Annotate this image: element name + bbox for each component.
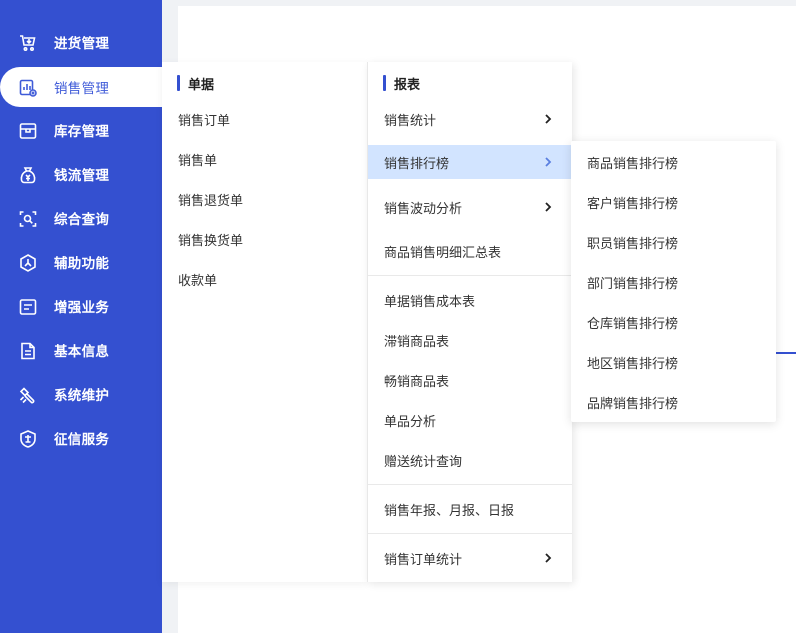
shield-icon: [17, 428, 39, 450]
menu-item-label: 销售订单: [178, 113, 231, 129]
menu-item-label: 销售波动分析: [384, 201, 463, 217]
menu-item-sales-invoice[interactable]: 销售单: [162, 142, 367, 176]
submenu-item-brand-ranking[interactable]: 品牌销售排行榜: [571, 385, 776, 419]
menu-item-label: 单据销售成本表: [384, 294, 476, 310]
menu-item-label: 品牌销售排行榜: [587, 396, 679, 412]
sidebar-item-label: 基本信息: [54, 344, 110, 360]
menu-item-sales-ranking[interactable]: 销售排行榜: [368, 145, 572, 179]
section-title-documents: 单据: [177, 74, 215, 93]
menu-item-label: 单品分析: [384, 414, 437, 430]
menu-divider: [368, 533, 572, 534]
menu-item-label: 销售换货单: [178, 233, 244, 249]
cart-icon: [17, 32, 39, 54]
section-title-reports: 报表: [383, 74, 421, 93]
sidebar-item-label: 库存管理: [54, 124, 110, 140]
menu-item-sales-order[interactable]: 销售订单: [162, 102, 367, 136]
chevron-right-icon: [545, 553, 552, 563]
menu-item-label: 赠送统计查询: [384, 454, 463, 470]
wrench-icon: [17, 384, 39, 406]
menu-item-label: 滞销商品表: [384, 334, 450, 350]
menu-item-label: 职员销售排行榜: [587, 236, 679, 252]
menu-item-sales-statistics[interactable]: 销售统计: [368, 102, 572, 136]
sidebar-item-maintenance[interactable]: 系统维护: [0, 374, 162, 414]
menu-item-label: 地区销售排行榜: [587, 356, 679, 372]
section-title-bar: [383, 75, 386, 91]
menu-item-label: 商品销售排行榜: [587, 156, 679, 172]
menu-item-gift-statistics[interactable]: 赠送统计查询: [368, 443, 572, 477]
menu-item-document-cost[interactable]: 单据销售成本表: [368, 283, 572, 317]
menu-item-label: 仓库销售排行榜: [587, 316, 679, 332]
sales-chart-icon: [17, 77, 39, 99]
chevron-right-icon: [545, 114, 552, 124]
menu-item-label: 客户销售排行榜: [587, 196, 679, 212]
form-icon: [17, 296, 39, 318]
menu-item-label: 销售年报、月报、日报: [384, 503, 515, 519]
menu-item-sales-fluctuation[interactable]: 销售波动分析: [368, 190, 572, 224]
document-icon: [17, 340, 39, 362]
box-icon: [17, 120, 39, 142]
sidebar-item-cashflow[interactable]: 钱流管理: [0, 154, 162, 194]
section-title-text: 报表: [394, 77, 421, 93]
sidebar-item-label: 系统维护: [54, 388, 110, 404]
sidebar-item-credit[interactable]: 征信服务: [0, 418, 162, 458]
menu-panel-documents: 单据 销售订单 销售单 销售退货单 销售换货单 收款单: [162, 62, 367, 582]
money-bag-icon: [17, 164, 39, 186]
menu-item-sales-return[interactable]: 销售退货单: [162, 182, 367, 216]
sidebar-item-label: 辅助功能: [54, 256, 110, 272]
submenu-item-product-ranking[interactable]: 商品销售排行榜: [571, 145, 776, 179]
submenu-item-warehouse-ranking[interactable]: 仓库销售排行榜: [571, 305, 776, 339]
sidebar-item-label: 钱流管理: [54, 168, 110, 184]
sidebar-item-inventory[interactable]: 库存管理: [0, 110, 162, 150]
search-scan-icon: [17, 208, 39, 230]
menu-item-single-product-analysis[interactable]: 单品分析: [368, 403, 572, 437]
menu-item-periodic-reports[interactable]: 销售年报、月报、日报: [368, 492, 572, 526]
menu-divider: [368, 484, 572, 485]
chevron-right-icon: [545, 157, 552, 167]
menu-item-best-selling[interactable]: 畅销商品表: [368, 363, 572, 397]
menu-item-label: 畅销商品表: [384, 374, 450, 390]
sidebar-item-label: 增强业务: [54, 300, 110, 316]
submenu-item-region-ranking[interactable]: 地区销售排行榜: [571, 345, 776, 379]
menu-item-label: 部门销售排行榜: [587, 276, 679, 292]
menu-panel-reports: 报表 销售统计 销售排行榜 销售波动分析 商品销售明细汇总表 单据销售成本表 滞…: [367, 62, 572, 582]
sidebar-item-auxiliary[interactable]: 辅助功能: [0, 242, 162, 282]
menu-item-product-sales-summary[interactable]: 商品销售明细汇总表: [368, 234, 572, 268]
menu-item-sales-order-statistics[interactable]: 销售订单统计: [368, 541, 572, 575]
chevron-right-icon: [545, 202, 552, 212]
menu-item-label: 销售单: [178, 153, 218, 169]
menu-item-sales-exchange[interactable]: 销售换货单: [162, 222, 367, 256]
menu-item-label: 销售退货单: [178, 193, 244, 209]
menu-item-slow-moving[interactable]: 滞销商品表: [368, 323, 572, 357]
menu-divider: [368, 275, 572, 276]
menu-item-label: 销售排行榜: [384, 156, 450, 172]
sidebar-item-label: 进货管理: [54, 36, 110, 52]
submenu-sales-ranking: 商品销售排行榜 客户销售排行榜 职员销售排行榜 部门销售排行榜 仓库销售排行榜 …: [571, 141, 776, 422]
section-title-text: 单据: [188, 77, 215, 93]
submenu-item-department-ranking[interactable]: 部门销售排行榜: [571, 265, 776, 299]
sidebar-item-sales[interactable]: 销售管理: [0, 67, 164, 107]
submenu-item-staff-ranking[interactable]: 职员销售排行榜: [571, 225, 776, 259]
sidebar-item-query[interactable]: 综合查询: [0, 198, 162, 238]
sidebar-item-purchase[interactable]: 进货管理: [0, 22, 162, 62]
section-title-bar: [177, 75, 180, 91]
menu-item-label: 收款单: [178, 273, 218, 289]
menu-item-label: 商品销售明细汇总表: [384, 245, 502, 261]
sidebar-item-label: 征信服务: [54, 432, 110, 448]
submenu-item-customer-ranking[interactable]: 客户销售排行榜: [571, 185, 776, 219]
menu-item-label: 销售统计: [384, 113, 437, 129]
sidebar-item-label: 销售管理: [54, 81, 110, 97]
sidebar-item-label: 综合查询: [54, 212, 110, 228]
sidebar-item-enhanced[interactable]: 增强业务: [0, 286, 162, 326]
menu-item-receipt[interactable]: 收款单: [162, 262, 367, 296]
hexagon-icon: [17, 252, 39, 274]
sidebar-item-basic-info[interactable]: 基本信息: [0, 330, 162, 370]
sidebar: 进货管理 销售管理 库存管理 钱流管理 综合查询 辅助功能 增强业务 基本信息 …: [0, 0, 164, 633]
content-divider-line: [775, 352, 796, 354]
menu-item-label: 销售订单统计: [384, 552, 463, 568]
